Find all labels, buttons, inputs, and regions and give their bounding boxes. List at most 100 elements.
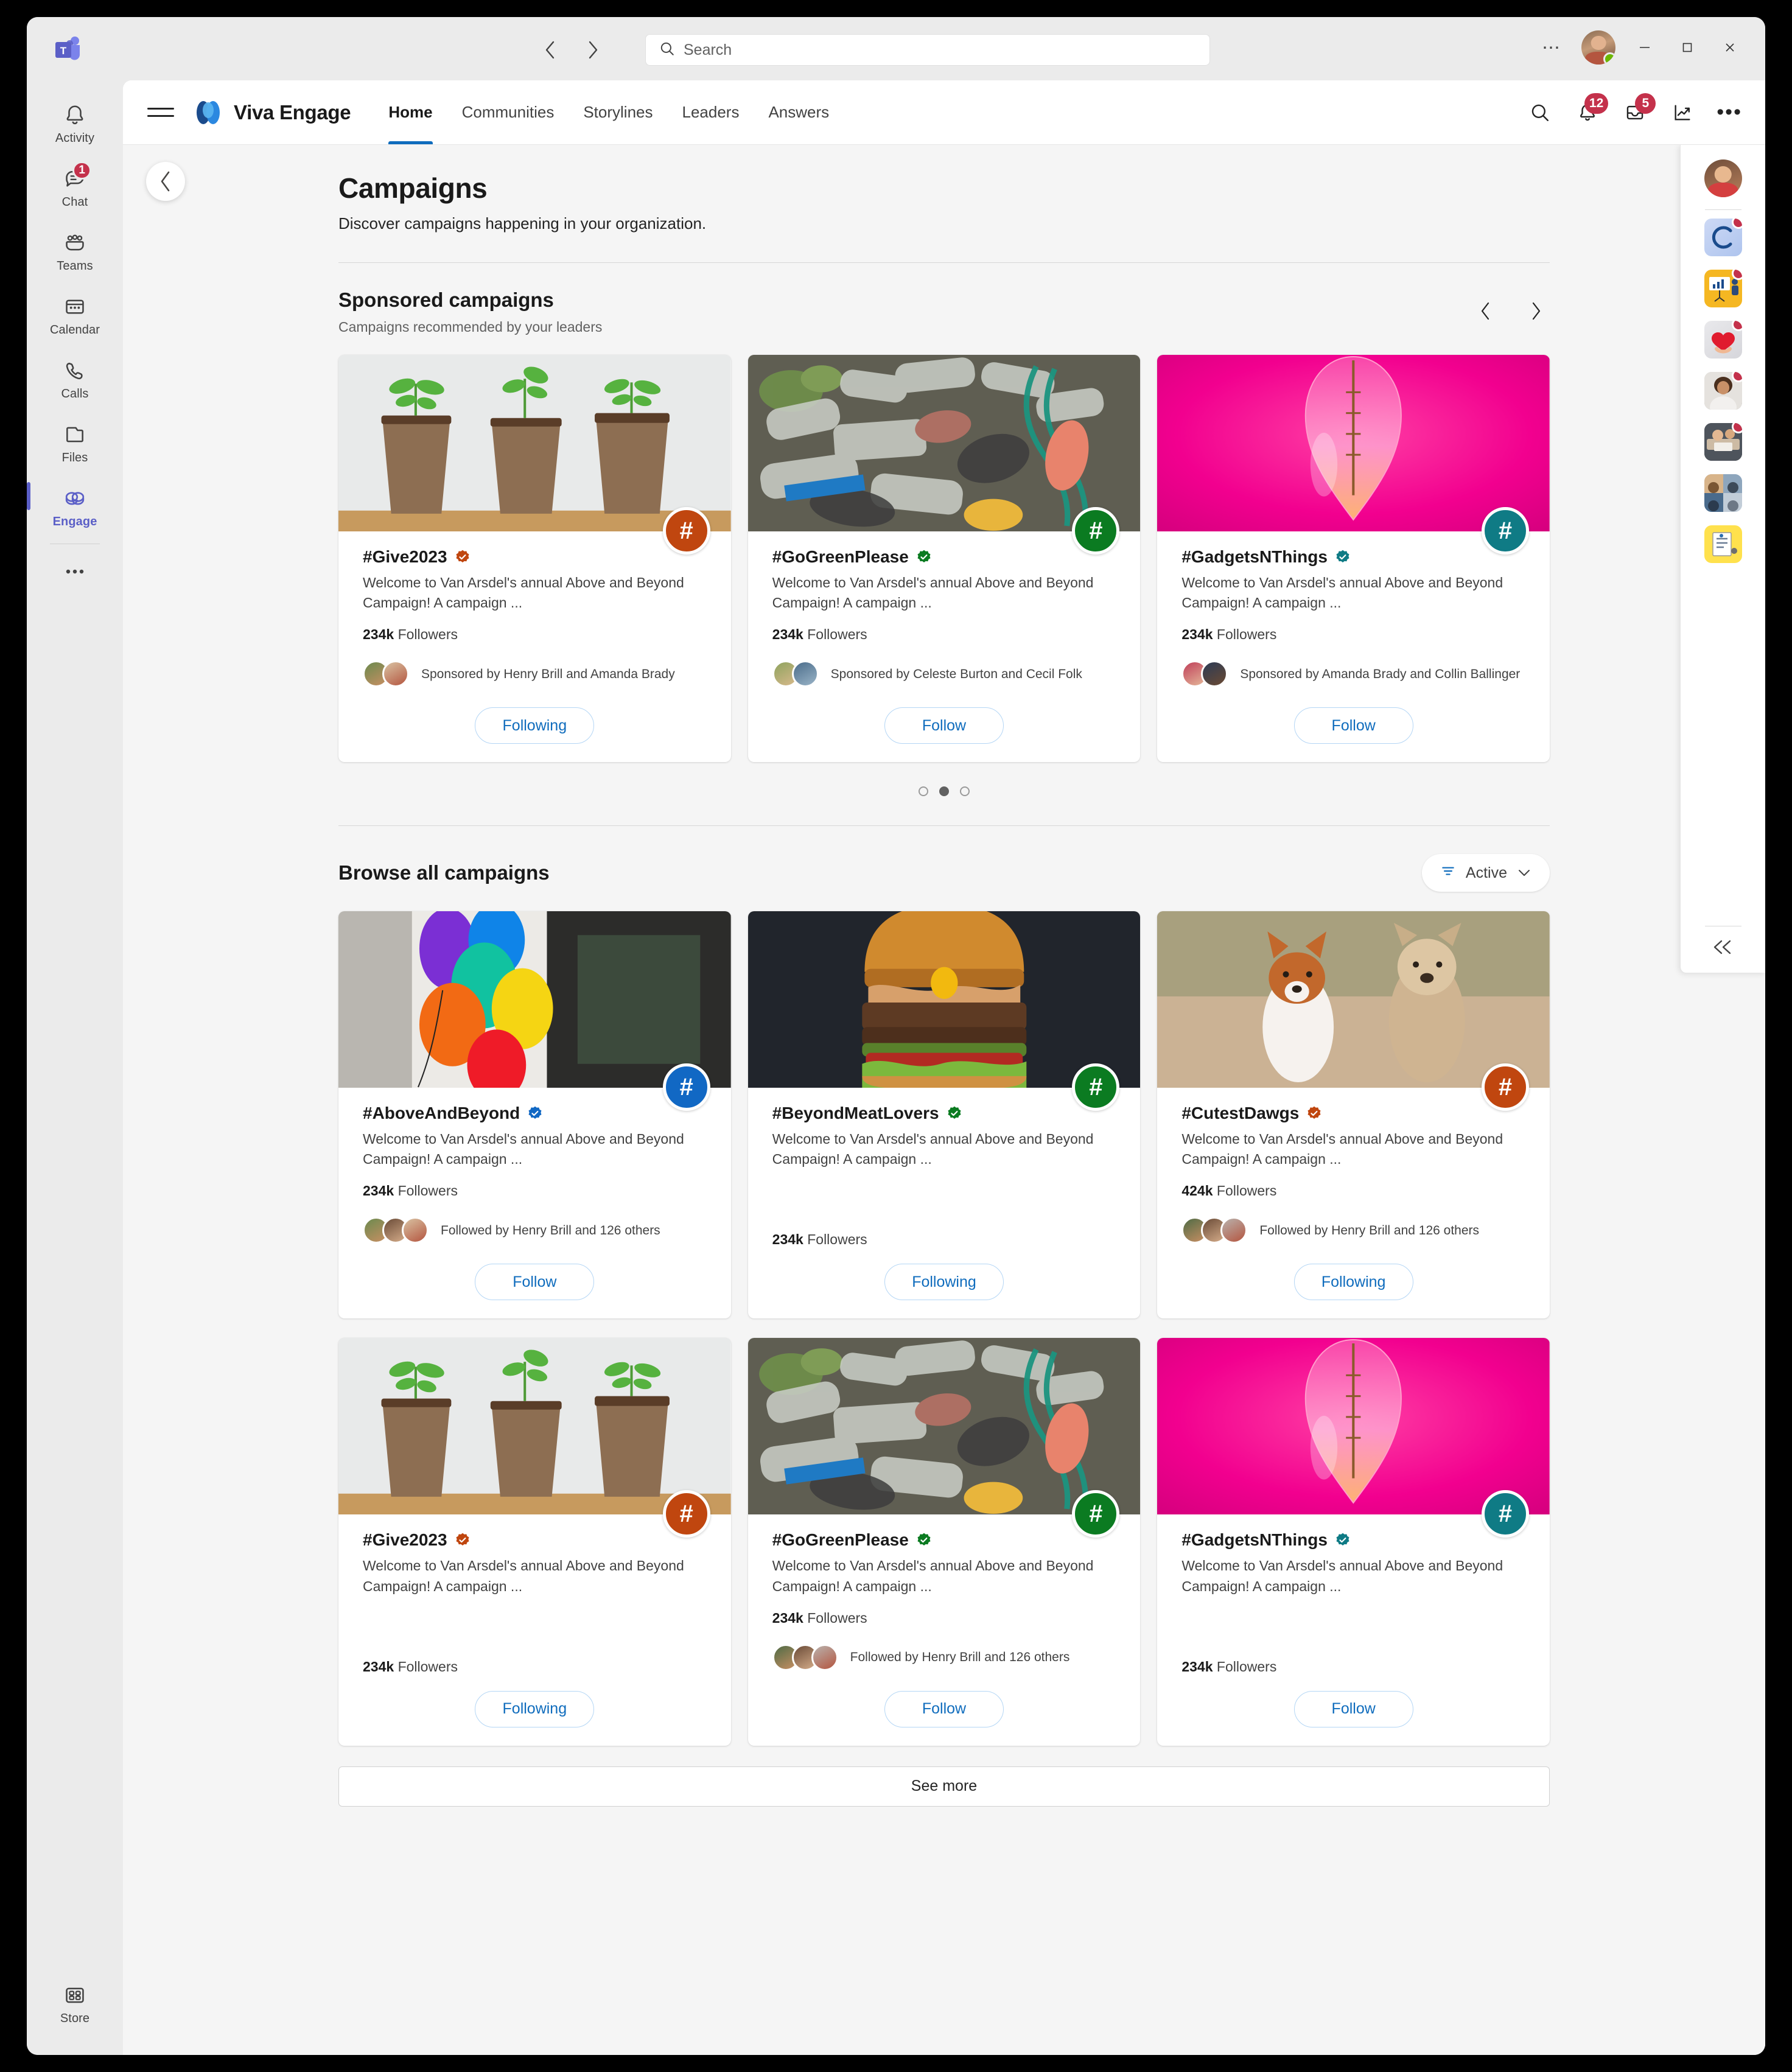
sidebar-item-files[interactable]: Files	[35, 413, 115, 470]
tab-home[interactable]: Home	[374, 80, 447, 144]
carousel-dot[interactable]	[960, 786, 970, 797]
campaign-attribution-row: Followed by Henry Brill and 126 others	[772, 1640, 1116, 1675]
campaign-name: #GadgetsNThings	[1181, 547, 1328, 566]
follow-toggle-button[interactable]: Follow	[884, 1690, 1004, 1727]
campaign-attribution-row: Followed by Henry Brill and 126 others	[1181, 1213, 1525, 1248]
campaign-attribution-row: Sponsored by Henry Brill and Amanda Brad…	[363, 656, 707, 691]
carousel-prev-button[interactable]	[1472, 297, 1500, 325]
tab-leaders[interactable]: Leaders	[667, 80, 754, 144]
video-person-app-icon[interactable]	[1704, 372, 1742, 410]
campaign-name: #AboveAndBeyond	[363, 1104, 520, 1123]
follow-toggle-button[interactable]: Following	[475, 1690, 595, 1727]
tab-storylines[interactable]: Storylines	[569, 80, 667, 144]
campaign-name: #CutestDawgs	[1181, 1104, 1300, 1123]
campaign-card[interactable]: # #GoGreenPlease Welcome to Van Arsdel's…	[747, 1338, 1141, 1746]
meeting-app-icon[interactable]	[1704, 423, 1742, 461]
campaign-name: #BeyondMeatLovers	[772, 1104, 939, 1123]
campaign-attribution-row: Sponsored by Amanda Brady and Collin Bal…	[1181, 656, 1525, 691]
avatar	[811, 1643, 838, 1671]
campaign-attribution-row: Followed by Henry Brill and 126 others	[363, 1213, 707, 1248]
campaign-card-body: # #AboveAndBeyond Welcome to Van Arsdel'…	[338, 1063, 731, 1318]
sidebar-item-chat[interactable]: 1 Chat	[35, 158, 115, 214]
phone-icon	[61, 357, 89, 385]
presence-available-badge	[1603, 52, 1615, 65]
campaign-attribution: Followed by Henry Brill and 126 others	[850, 1650, 1070, 1664]
campaigns-page: Campaigns Discover campaigns happening i…	[338, 145, 1550, 1807]
header-more-icon[interactable]: •••	[1714, 102, 1745, 122]
viva-engage-logo-icon	[192, 97, 224, 128]
hamburger-icon[interactable]	[144, 96, 178, 130]
viva-connections-app-icon[interactable]	[1704, 219, 1742, 256]
campaign-cover-image-seedlings	[338, 355, 731, 531]
analytics-icon[interactable]	[1667, 97, 1698, 128]
follow-toggle-button[interactable]: Follow	[475, 1264, 595, 1301]
sponsored-section-header: Sponsored campaigns Campaigns recommende…	[338, 263, 1550, 335]
page-back-button[interactable]	[146, 162, 185, 201]
search-icon[interactable]	[1524, 97, 1556, 128]
campaign-card-body: # #Give2023 Welcome to Van Arsdel's annu…	[338, 1490, 731, 1745]
follow-toggle-button[interactable]: Follow	[1293, 707, 1413, 744]
campaign-description: Welcome to Van Arsdel's annual Above and…	[772, 575, 1094, 611]
verified-badge-icon	[1306, 1105, 1322, 1121]
sidebar-item-engage[interactable]: Engage	[27, 477, 115, 534]
campaign-description: Welcome to Van Arsdel's annual Above and…	[1181, 575, 1503, 611]
sidebar-item-label: Calendar	[50, 323, 100, 337]
campaign-card[interactable]: # #GadgetsNThings Welcome to Van Arsdel'…	[1157, 355, 1550, 763]
sidebar-item-activity[interactable]: Activity	[35, 94, 115, 150]
facepile	[772, 1643, 838, 1671]
campaign-card[interactable]: # #GoGreenPlease Welcome to Van Arsdel's…	[747, 355, 1141, 763]
section-title: Sponsored campaigns	[338, 289, 554, 311]
avatar[interactable]	[1581, 30, 1615, 65]
campaign-attribution: Sponsored by Celeste Burton and Cecil Fo…	[830, 667, 1082, 681]
see-more-button[interactable]: See more	[338, 1766, 1550, 1807]
teams-icon	[61, 229, 89, 257]
notifications-bell-icon[interactable]: 12	[1572, 93, 1609, 128]
sidebar-item-teams[interactable]: Teams	[35, 222, 115, 278]
back-nav-button[interactable]	[538, 38, 562, 62]
global-search-box[interactable]: Search	[645, 34, 1210, 66]
search-icon	[659, 41, 675, 60]
campaign-followers: 234k Followers	[772, 626, 867, 643]
viva-insights-app-icon[interactable]	[1704, 270, 1742, 307]
follow-toggle-button[interactable]: Follow	[884, 707, 1004, 744]
campaign-card-body: # #GoGreenPlease Welcome to Van Arsdel's…	[748, 507, 1141, 762]
status-filter-dropdown[interactable]: Active	[1421, 854, 1550, 892]
carousel-dot[interactable]	[919, 786, 928, 797]
maximize-icon[interactable]	[1674, 34, 1701, 61]
sidebar-item-store[interactable]: Store	[35, 1974, 115, 2031]
inbox-icon[interactable]: 5	[1619, 93, 1656, 128]
sidebar-more-apps[interactable]	[35, 550, 115, 590]
settings-more-icon[interactable]: ⋯	[1538, 37, 1566, 58]
sidebar-item-calendar[interactable]: Calendar	[35, 285, 115, 342]
verified-badge-icon	[455, 549, 471, 565]
carousel-next-button[interactable]	[1522, 297, 1550, 325]
filter-icon	[1440, 863, 1456, 883]
tab-answers[interactable]: Answers	[754, 80, 844, 144]
campaign-card-body: # #BeyondMeatLovers Welcome to Van Arsde…	[748, 1063, 1141, 1318]
minimize-icon[interactable]	[1631, 34, 1658, 61]
campaign-card[interactable]: # #BeyondMeatLovers Welcome to Van Arsde…	[747, 911, 1141, 1319]
campaign-hashtag-avatar: #	[1482, 507, 1530, 555]
follow-toggle-button[interactable]: Follow	[1293, 1690, 1413, 1727]
tab-communities[interactable]: Communities	[447, 80, 569, 144]
campaign-card[interactable]: # #GadgetsNThings Welcome to Van Arsdel'…	[1157, 1338, 1550, 1746]
sidebar-item-calls[interactable]: Calls	[35, 349, 115, 406]
campaign-card[interactable]: # #Give2023 Welcome to Van Arsdel's annu…	[338, 355, 731, 763]
campaign-card[interactable]: # #AboveAndBeyond Welcome to Van Arsdel'…	[338, 911, 731, 1319]
follow-toggle-button[interactable]: Following	[1293, 1264, 1413, 1301]
avatar[interactable]	[1704, 159, 1742, 197]
notes-app-icon[interactable]	[1704, 525, 1742, 563]
file-icon	[61, 421, 89, 449]
praise-app-icon[interactable]	[1704, 321, 1742, 359]
verified-badge-icon	[916, 1532, 932, 1548]
follow-toggle-button[interactable]: Following	[884, 1264, 1004, 1301]
carousel-dot-active[interactable]	[939, 786, 949, 797]
close-icon[interactable]	[1717, 34, 1743, 61]
forward-nav-button[interactable]	[581, 38, 605, 62]
campaign-cover-image-balloons	[338, 911, 731, 1088]
people-grid-app-icon[interactable]	[1704, 474, 1742, 512]
collapse-panel-icon[interactable]	[1711, 939, 1735, 958]
follow-toggle-button[interactable]: Following	[475, 707, 595, 744]
campaign-card[interactable]: # #CutestDawgs Welcome to Van Arsdel's a…	[1157, 911, 1550, 1319]
campaign-card[interactable]: # #Give2023 Welcome to Van Arsdel's annu…	[338, 1338, 731, 1746]
